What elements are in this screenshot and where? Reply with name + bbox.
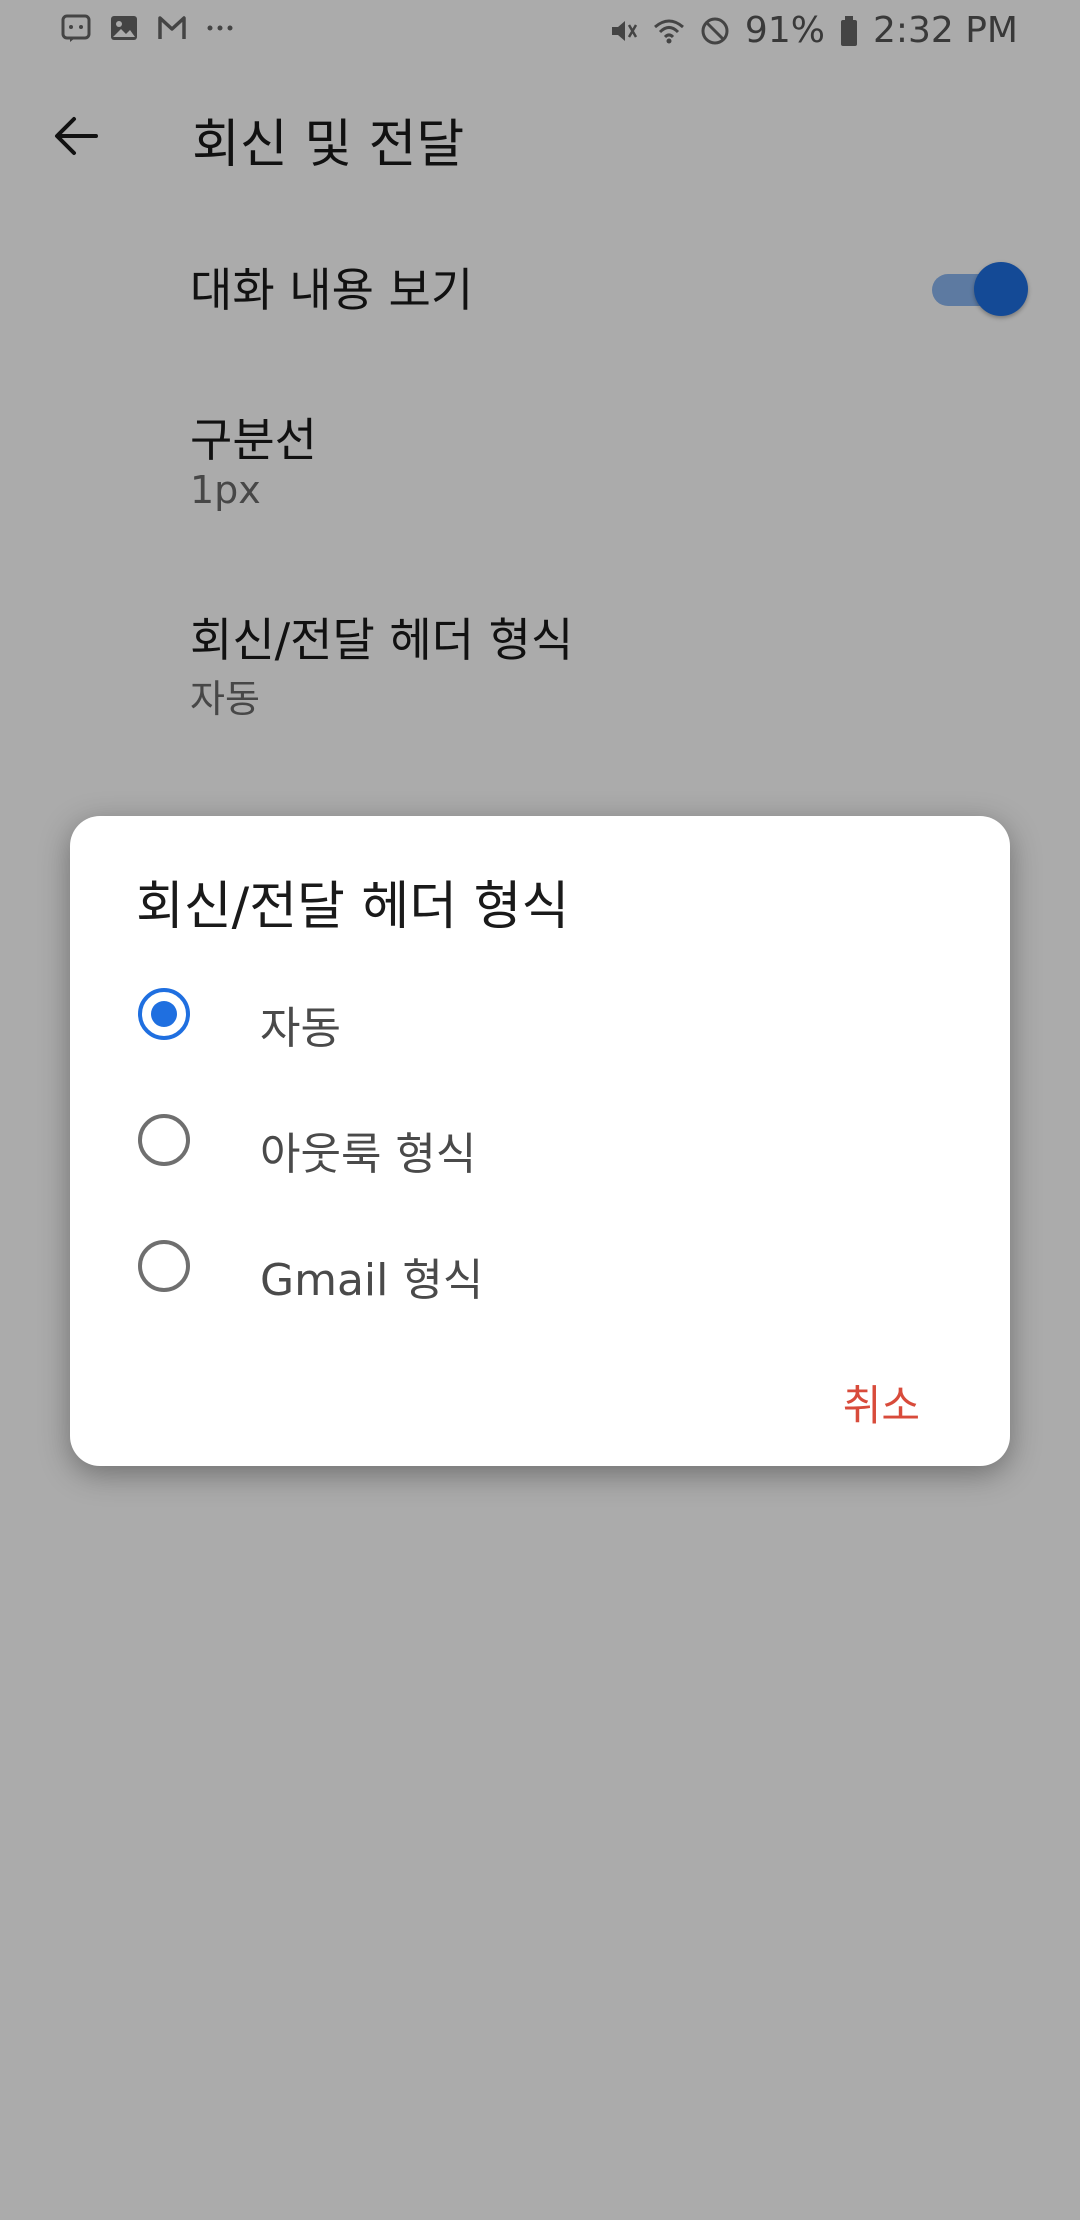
option-auto[interactable]: 자동 [70, 954, 1010, 1074]
option-label: 아웃룩 형식 [260, 1129, 477, 1180]
option-label: Gmail 형식 [260, 1255, 484, 1306]
cancel-button[interactable]: 취소 [843, 1372, 920, 1433]
dialog-title: 회신/전달 헤더 형식 [136, 877, 570, 937]
radio-button[interactable] [138, 1114, 190, 1166]
radio-button-checked[interactable] [138, 988, 190, 1040]
radio-button[interactable] [138, 1240, 190, 1292]
option-gmail[interactable]: Gmail 형식 [70, 1206, 1010, 1326]
settings-screen: 91% 2:32 PM 회신 및 전달 대화 내용 보기 구분선 1px 회신/… [0, 0, 1080, 2220]
option-label: 자동 [260, 1003, 341, 1054]
radio-dot [151, 1001, 177, 1027]
option-outlook[interactable]: 아웃룩 형식 [70, 1080, 1010, 1200]
header-format-dialog: 회신/전달 헤더 형식 자동 아웃룩 형식 Gmail 형식 취소 [70, 816, 1010, 1466]
